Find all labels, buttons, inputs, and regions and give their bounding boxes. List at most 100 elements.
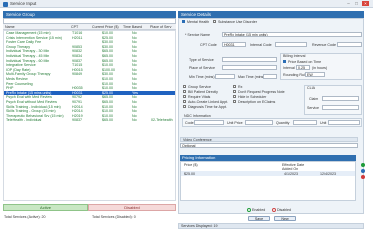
row-name: TeleHealth - Individual (6, 118, 42, 123)
pricing-table (180, 161, 356, 201)
window-titlebar: Service Input – □ × (0, 0, 373, 8)
service-details-header: Service Details (178, 11, 364, 18)
rounding-rule-select[interactable]: EW (305, 72, 325, 77)
revenue-code-input[interactable] (337, 42, 362, 47)
video-conference-select[interactable]: Optional (180, 143, 358, 148)
type-of-service-select[interactable] (222, 57, 277, 62)
unit-price-input[interactable] (245, 120, 273, 125)
claim-label: Claim (309, 97, 319, 101)
column-place[interactable]: Place of Serv (150, 25, 171, 29)
clia-label: CLIA (307, 86, 315, 90)
unit-label: Unit (320, 121, 327, 125)
cpt-code-label: CPT Code (200, 43, 217, 47)
group-service-label: Group Service (188, 84, 211, 89)
no-progress-note-checkbox[interactable] (233, 90, 237, 94)
min-time-label: Min Time (mins) (189, 75, 215, 79)
quantity-label: Quantity (276, 121, 290, 125)
place-of-service-select[interactable] (222, 65, 277, 70)
added-on-value: 12/4/2023 (320, 172, 336, 176)
price-column: Price ($) (184, 163, 198, 167)
column-time-based[interactable]: Time Based (123, 25, 142, 29)
app-logo-icon (3, 1, 8, 7)
maximize-button[interactable]: □ (353, 1, 360, 6)
enabled-label: Enabled (252, 207, 266, 212)
quantity-input[interactable] (293, 120, 317, 125)
cpt-code-input[interactable]: H0031 (222, 42, 246, 47)
price-based-time-checkbox[interactable] (283, 60, 287, 64)
mental-health-checkbox[interactable] (182, 20, 186, 24)
type-of-service-label: Type of Service (189, 58, 214, 62)
add-price-icon[interactable] (361, 163, 365, 167)
window-title: Service Input (10, 1, 37, 6)
diagnosis-time-checkbox[interactable] (183, 105, 187, 109)
rx-label: Rx (238, 84, 243, 89)
mental-health-label: Mental Health (187, 19, 210, 24)
new-label: New (281, 217, 289, 221)
interval-label: Interval (283, 66, 295, 70)
max-time-input[interactable] (263, 74, 277, 79)
substance-use-checkbox[interactable] (213, 20, 217, 24)
price-based-time-label: Price Based on Time (288, 59, 322, 64)
no-progress-note-label: Don't Request Progress Note (238, 89, 285, 94)
total-disabled-label: Total Services (Disabled): 0 (92, 215, 136, 219)
row-place: 02-Telehealth (151, 118, 173, 123)
video-conference-section[interactable]: Video Conference (180, 137, 358, 142)
ndc-code-label: Code (185, 121, 194, 125)
minimize-button[interactable]: – (345, 1, 352, 6)
billing-interval-label: Billing Interval (283, 54, 306, 58)
active-filter-button[interactable]: Active (3, 204, 88, 211)
description-eclaims-label: Description on EClaims (238, 99, 276, 104)
service-group-title: Service Group (6, 12, 35, 17)
save-label: Save (254, 217, 264, 221)
total-active-label: Total Services (Active): 20 (4, 215, 46, 219)
row-cpt: 90837 (72, 118, 82, 123)
service-clia-label: Service (307, 106, 319, 110)
close-button[interactable]: × (362, 1, 369, 6)
service-clia-input[interactable] (322, 105, 359, 110)
max-time-label: Max Time (mins) (238, 75, 265, 79)
disabled-label: Disabled (277, 207, 291, 212)
internal-code-label: Internal Code (250, 43, 272, 47)
rx-checkbox[interactable] (233, 85, 237, 89)
row-time-based: No (132, 118, 137, 123)
service-group-header: Service Group (3, 11, 176, 18)
description-eclaims-checkbox[interactable] (233, 100, 237, 104)
claim-input[interactable] (322, 96, 359, 101)
require-vitals-checkbox[interactable] (183, 95, 187, 99)
delete-price-icon[interactable] (361, 175, 365, 179)
column-cpt[interactable]: CPT (71, 25, 78, 29)
interval-input[interactable]: 0.25 (296, 65, 310, 70)
column-name[interactable]: Name (5, 25, 15, 29)
min-time-input[interactable] (215, 74, 235, 79)
price-value: $25.00 (184, 172, 195, 176)
auto-create-appt-label: Auto-Create Linked Appt. (188, 99, 229, 104)
disabled-radio[interactable] (272, 208, 276, 212)
effective-date-value: 4/1/2023 (284, 172, 298, 176)
substance-use-label: Substance Use Disorder (218, 19, 257, 24)
bill-patient-checkbox[interactable] (183, 90, 187, 94)
enabled-radio[interactable] (247, 208, 251, 212)
disabled-filter-button[interactable]: Disabled (88, 204, 176, 211)
row-price: $65.00 (102, 118, 113, 123)
new-button[interactable]: New (274, 216, 296, 221)
table-row[interactable]: TeleHealth - Individual 90837 $65.00 No 02-T… (4, 118, 175, 123)
status-bar: Services Displayed: 19 (178, 223, 364, 229)
auto-create-appt-checkbox[interactable] (183, 100, 187, 104)
edit-price-icon[interactable] (361, 169, 365, 173)
diagnosis-time-label: Diagnosis Time for Appt. (188, 104, 227, 109)
group-service-checkbox[interactable] (183, 85, 187, 89)
place-of-service-label: Place of Service (189, 66, 215, 70)
internal-code-input[interactable] (275, 42, 307, 47)
service-name-input[interactable]: PreRx Intake (15 min units) (222, 32, 362, 37)
services-table: Case Management (15 min) T1016 $10.00 No Cri… (3, 30, 176, 201)
bill-patient-label: Bill Patient Directly (188, 89, 218, 94)
rounding-rule-label: Rounding Rule (283, 73, 307, 77)
service-details-title: Service Details (181, 12, 212, 17)
save-button[interactable]: Save (248, 216, 270, 221)
revenue-code-label: Revenue Code (312, 43, 336, 47)
column-price[interactable]: Current Price ($) (92, 25, 119, 29)
unit-select[interactable] (328, 120, 360, 125)
require-vitals-label: Require Vitals (188, 94, 211, 99)
hide-scheduler-checkbox[interactable] (233, 95, 237, 99)
ndc-code-input[interactable] (194, 120, 224, 125)
